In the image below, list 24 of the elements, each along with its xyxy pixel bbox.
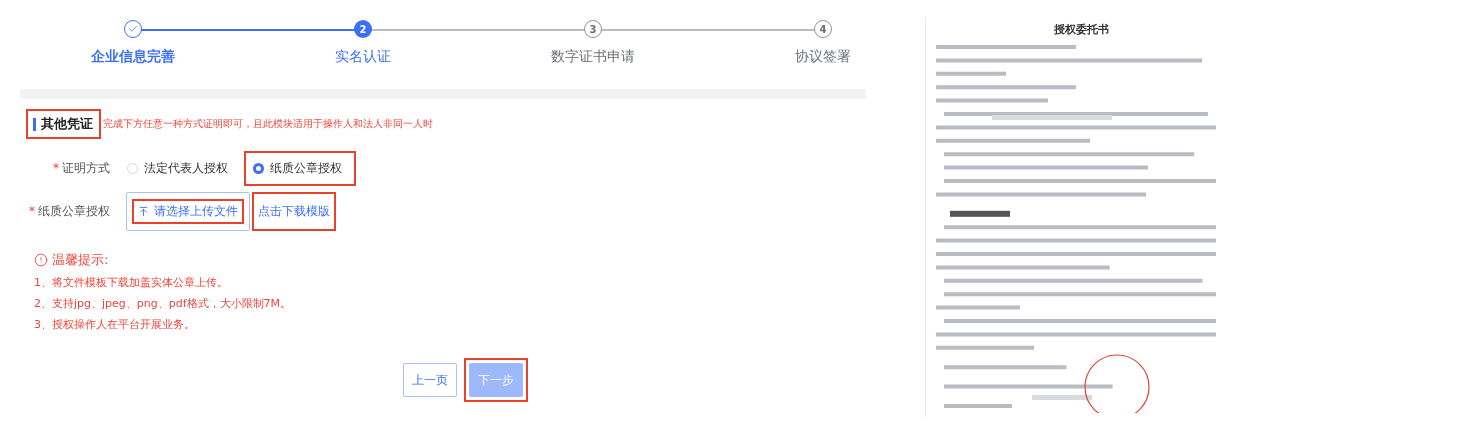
field-label: * 证明方式 xyxy=(52,160,111,177)
tips-title: 温馨提示: xyxy=(52,251,109,269)
step-label: 企业信息完善 xyxy=(91,48,175,66)
step-circle: 2 xyxy=(354,20,372,38)
tip-item: 3、授权操作人在平台开展业务。 xyxy=(34,317,196,332)
check-icon xyxy=(128,24,138,34)
step-label: 实名认证 xyxy=(335,48,391,66)
document-title: 授权委托书 xyxy=(1053,22,1109,37)
alert-icon xyxy=(34,253,48,267)
accent-bar xyxy=(33,117,36,131)
tip-item: 2、支持jpg、jpeg、png、pdf格式，大小限制7M。 xyxy=(34,296,293,311)
step-label: 协议签署 xyxy=(795,48,851,66)
section-title: 其他凭证 xyxy=(41,115,93,133)
step-circle: 3 xyxy=(584,20,602,38)
upload-icon xyxy=(138,206,149,217)
radio-option[interactable]: 纸质公章授权 xyxy=(244,151,356,186)
step-circle: 4 xyxy=(814,20,832,38)
section-note: 完成下方任意一种方式证明即可，且此模块适用于操作人和法人非同一人时 xyxy=(103,117,433,131)
radio-option[interactable]: 法定代表人授权 xyxy=(118,151,242,186)
upload-button[interactable]: 请选择上传文件 xyxy=(132,199,244,224)
step-label: 数字证书申请 xyxy=(551,48,635,66)
field-label: * 纸质公章授权 xyxy=(28,203,111,220)
download-template-link[interactable]: 点击下载模版 xyxy=(252,192,336,231)
tip-item: 1、将文件模板下载加盖实体公章上传。 xyxy=(34,275,229,290)
